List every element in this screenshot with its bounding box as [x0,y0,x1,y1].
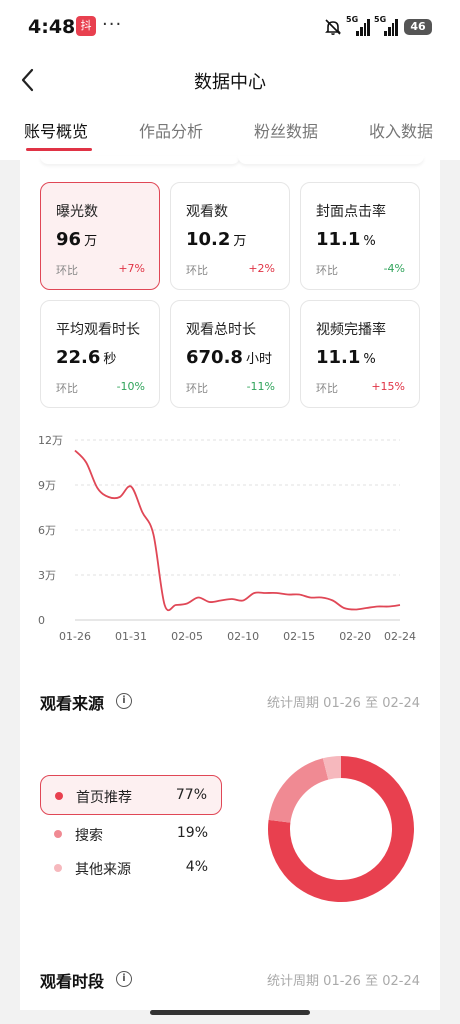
metric-label: 观看数 [186,204,228,220]
x-tick-label: 02-24 [384,630,416,643]
metric-value: 96 万 [56,229,98,250]
legend-percent: 77% [175,787,207,803]
metric-label: 视频完播率 [316,322,386,338]
metric-compare-label: 环比 [316,264,338,277]
header-area: 4:48 抖 ··· 5G 5G 46 数据中心 账号概览 作品分析 粉丝数据 … [0,0,460,160]
x-tick-label: 02-20 [339,630,371,643]
legend-dot [54,830,62,838]
metric-label: 观看总时长 [186,322,256,338]
x-tick-label: 02-10 [227,630,259,643]
info-icon[interactable]: i [116,693,132,709]
source-donut-chart[interactable] [266,754,416,904]
signal-2-icon: 5G [374,15,398,36]
metric-compare-label: 环比 [186,264,208,277]
metric-change: -10% [116,380,145,393]
status-bar: 4:48 抖 ··· 5G 5G 46 [0,0,460,56]
legend-item-other-sources[interactable]: 其他来源 4% [40,848,222,888]
donut-slice[interactable] [322,756,342,780]
x-tick-label: 01-31 [115,630,147,643]
x-tick-label: 02-05 [171,630,203,643]
y-tick-label: 12万 [38,434,63,447]
battery-icon: 46 [404,19,432,35]
metric-change: +2% [248,262,275,275]
metric-change: +15% [371,380,405,393]
legend-percent: 19% [176,825,208,841]
donut-slice[interactable] [268,758,329,824]
legend-dot [55,792,63,800]
metric-card-completion-rate[interactable]: 视频完播率 11.1% 环比 +15% [300,300,420,408]
tab-works-analysis[interactable]: 作品分析 [139,118,203,142]
signal-1-icon: 5G [346,15,370,36]
trend-line-chart[interactable]: 0 3万 6万 9万 12万 01-26 01-31 02-05 02-10 02-15 02-20… [20,430,440,650]
metric-value: 10.2 万 [186,229,247,250]
info-icon[interactable]: i [116,971,132,987]
stat-period: 统计周期 01-26 至 02-24 [267,696,420,711]
network-type-label-1: 5G [346,15,359,24]
card-edge [238,156,424,164]
legend-percent: 4% [185,859,208,875]
metric-change: -4% [383,262,405,275]
section-title-time: 观看时段 [40,972,105,991]
metric-value: 22.6 秒 [56,347,117,368]
system-icons: 5G 5G 46 [324,15,432,38]
card-edge [40,156,240,164]
legend-item-home-recommend[interactable]: 首页推荐 77% [40,775,222,815]
metric-compare-label: 环比 [186,382,208,395]
mute-icon [325,19,341,35]
page-title: 数据中心 [194,72,266,93]
metric-card-avg-watch-time[interactable]: 平均观看时长 22.6 秒 环比 -10% [40,300,160,408]
metric-compare-label: 环比 [316,382,338,395]
tab-fans-data[interactable]: 粉丝数据 [254,118,318,142]
x-tick-label: 01-26 [59,630,91,643]
content-card: 曝光数 96 万 环比 +7% 观看数 10.2 万 环比 +2% 封面点击率 11… [20,156,440,1010]
tab-income-data[interactable]: 收入数据 [369,118,433,142]
metric-card-total-watch-time[interactable]: 观看总时长 670.8 小时 环比 -11% [170,300,290,408]
y-tick-label: 0 [38,614,45,627]
metric-card-exposure[interactable]: 曝光数 96 万 环比 +7% [40,182,160,290]
metric-value: 11.1% [316,347,376,368]
metric-label: 平均观看时长 [56,322,140,338]
x-tick-label: 02-15 [283,630,315,643]
metric-label: 封面点击率 [316,204,386,220]
y-tick-label: 3万 [38,569,56,582]
metric-value: 11.1% [316,229,376,250]
metric-value: 670.8 小时 [186,347,272,368]
y-tick-label: 9万 [38,479,56,492]
legend-name: 其他来源 [75,862,131,878]
y-tick-label: 6万 [38,524,56,537]
network-type-label-2: 5G [374,15,387,24]
legend-name: 首页推荐 [76,790,132,806]
stat-period: 统计周期 01-26 至 02-24 [267,974,420,989]
metric-card-views[interactable]: 观看数 10.2 万 环比 +2% [170,182,290,290]
metric-compare-label: 环比 [56,382,78,395]
metric-change: -11% [246,380,275,393]
app-notification-icon: 抖 [76,16,96,36]
home-indicator[interactable] [150,1010,310,1015]
legend-name: 搜索 [75,828,103,844]
section-title-source: 观看来源 [40,694,105,713]
legend-dot [54,864,62,872]
active-tab-indicator [26,148,92,151]
status-time: 4:48 [28,16,76,38]
metric-card-cover-ctr[interactable]: 封面点击率 11.1% 环比 -4% [300,182,420,290]
more-notifications-icon: ··· [102,14,123,35]
tab-bar: 账号概览 作品分析 粉丝数据 收入数据 [0,118,460,158]
nav-bar: 数据中心 [0,56,460,106]
metric-compare-label: 环比 [56,264,78,277]
metric-label: 曝光数 [56,204,98,220]
metric-change: +7% [118,262,145,275]
tab-account-overview[interactable]: 账号概览 [24,118,88,142]
